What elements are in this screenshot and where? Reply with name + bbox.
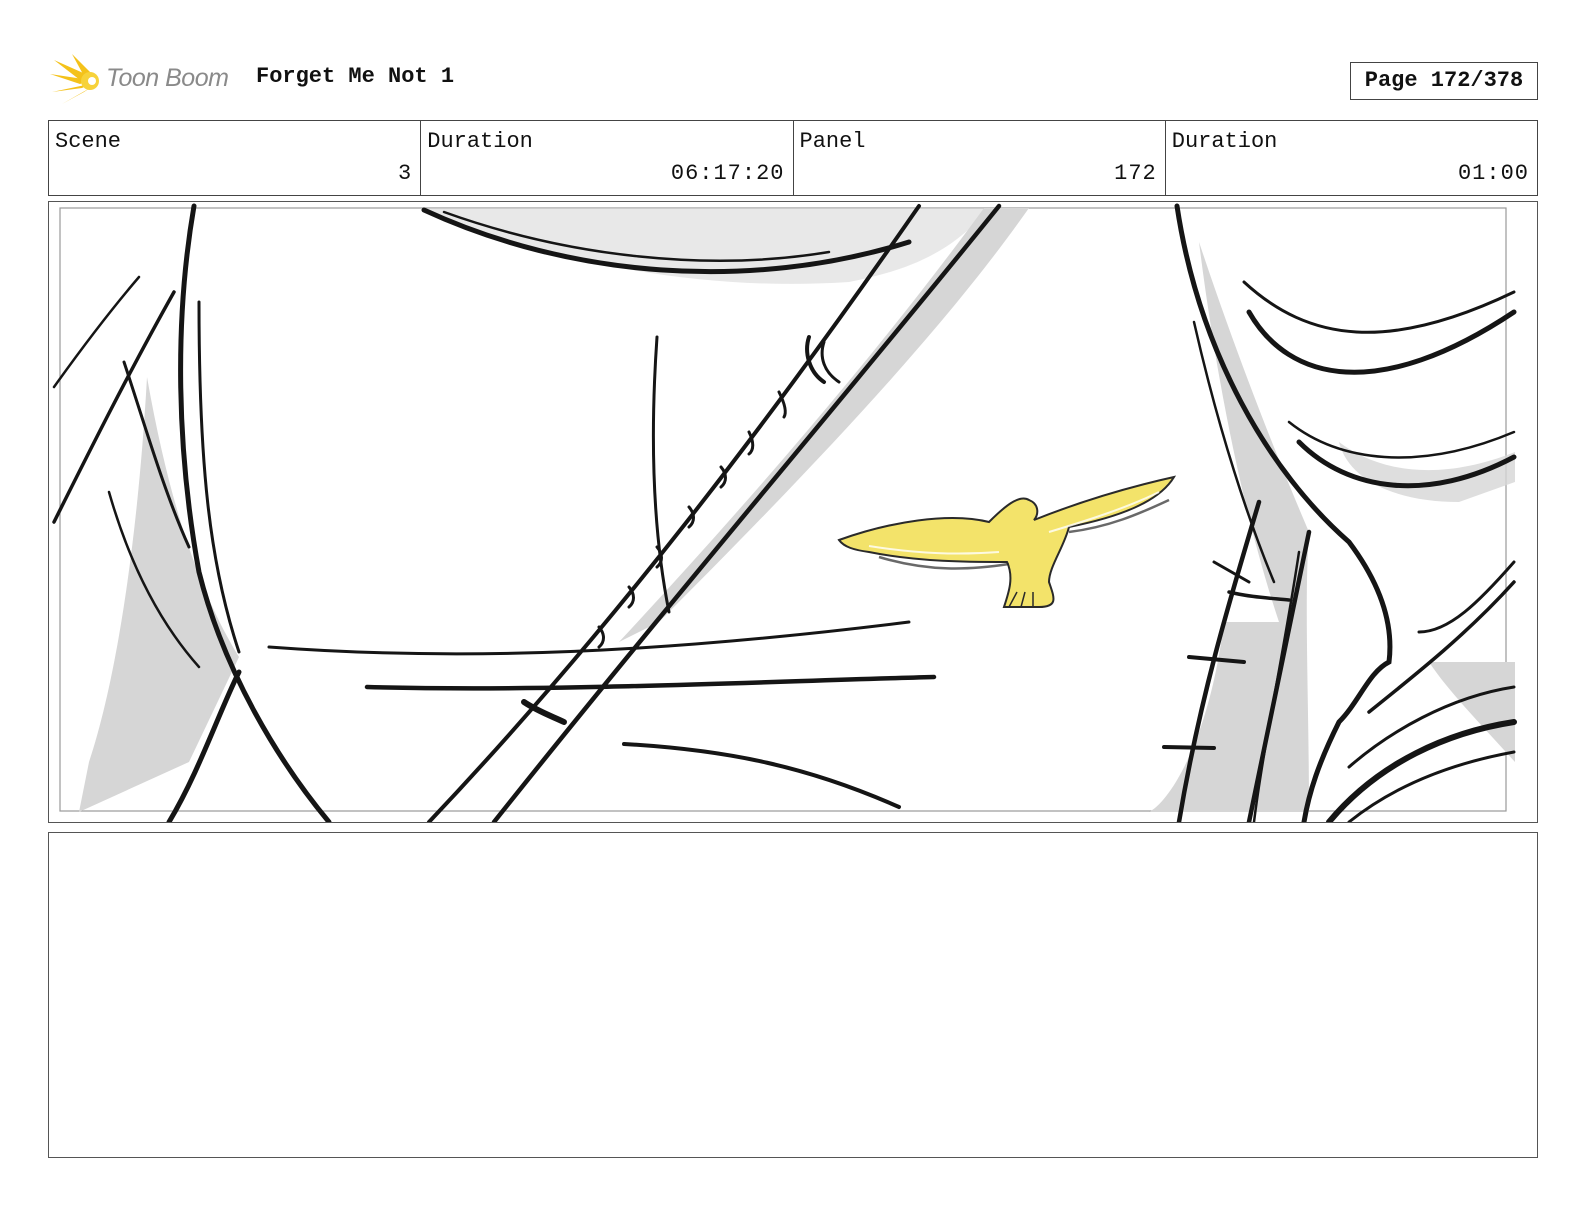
panel-duration-label: Duration [1171,129,1278,154]
scene-duration-label: Duration [427,129,533,154]
sketch-shading [79,208,1515,812]
scene-duration-value: 06:17:20 [670,161,785,186]
scene-duration-cell: Duration 06:17:20 [420,121,792,195]
panel-duration-cell: Duration 01:00 [1164,121,1537,195]
scene-label: Scene [55,129,122,154]
page-number: Page 172/378 [1350,62,1538,100]
scene-cell: Scene 3 [49,121,420,195]
panel-duration-value: 01:00 [1457,161,1529,186]
toon-boom-logo: Toon Boom [50,52,242,108]
panel-cell: Panel 172 [792,121,1165,195]
logo-text: Toon Boom [106,64,229,92]
sun-burst-icon [50,54,99,104]
document-title: Forget Me Not 1 [256,64,455,89]
panel-label: Panel [799,129,866,154]
panel-value: 172 [1114,161,1157,186]
bird-emblem-icon [837,475,1177,608]
panel-sketch [52,203,1517,822]
panel-notes-box [48,832,1538,1158]
scene-info-table: Scene 3 Duration 06:17:20 Panel 172 Dura… [48,120,1538,196]
scene-value: 3 [398,161,413,186]
storyboard-panel [48,201,1538,823]
